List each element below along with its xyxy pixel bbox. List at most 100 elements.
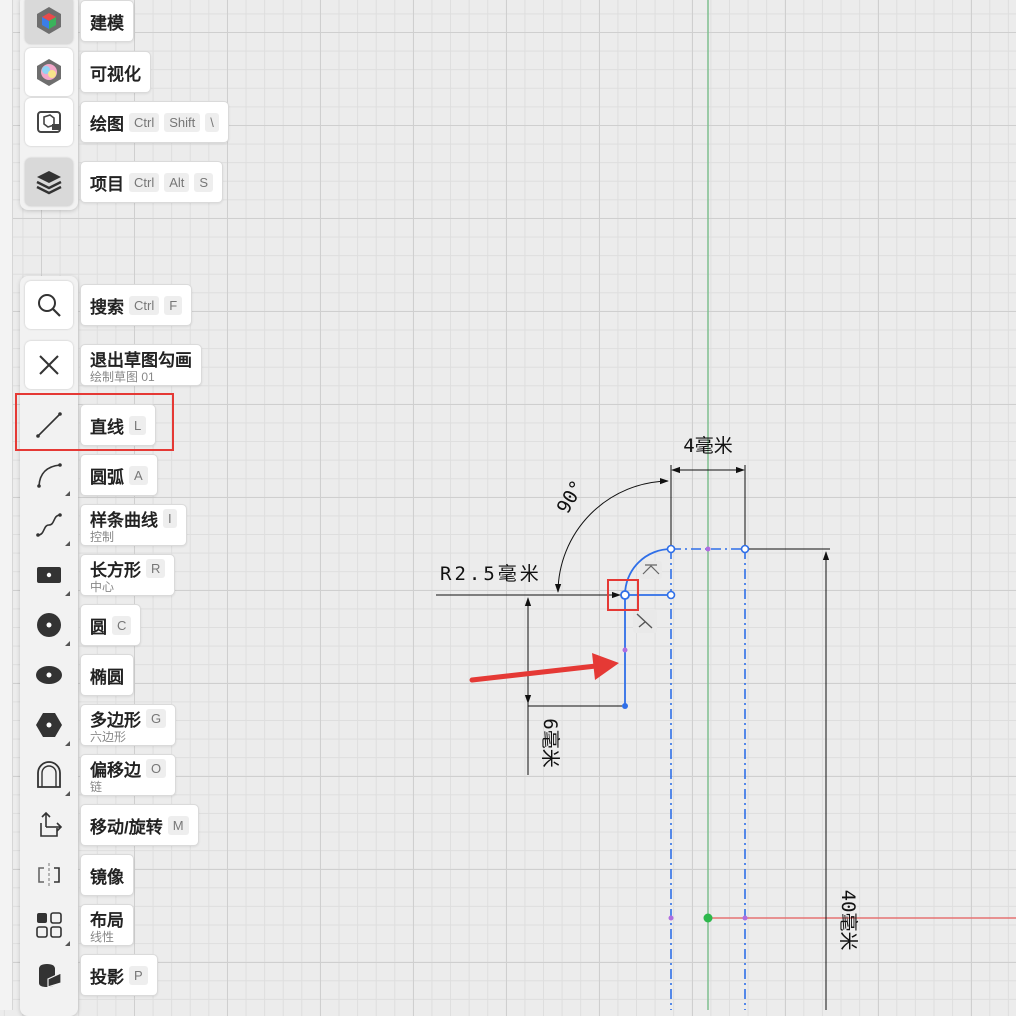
arc-tool-button[interactable]: [25, 451, 73, 499]
drawing-tooltip: 绘图 Ctrl Shift \: [80, 101, 229, 143]
dimension-radius-label[interactable]: R2.5毫米: [440, 563, 542, 585]
model-cube-icon: [37, 7, 61, 34]
dimension-height-total[interactable]: 40毫米: [749, 548, 859, 1010]
more-options-indicator: [65, 641, 70, 646]
shortcut-key: \: [205, 112, 219, 132]
modeling-workspace-button[interactable]: [25, 0, 73, 44]
workspace-label: 建模: [90, 13, 124, 33]
more-options-indicator: [65, 541, 70, 546]
more-options-indicator: [65, 591, 70, 596]
midpoint: [742, 915, 748, 921]
tool-sublabel: 链: [90, 780, 103, 794]
move-rotate-icon: [40, 811, 63, 837]
shortcut-key: O: [146, 759, 167, 778]
offset-edge-icon: [37, 761, 61, 788]
mirror-icon: [38, 863, 60, 887]
shortcut-key: F: [164, 295, 183, 315]
more-options-indicator: [65, 941, 70, 946]
dimension-angle-label[interactable]: 90°: [553, 477, 589, 518]
ellipse-tooltip: 椭圆: [80, 654, 134, 696]
project-workspace-button[interactable]: [25, 158, 73, 206]
exit-sketch-button[interactable]: [25, 341, 73, 389]
mirror-tool-button[interactable]: [25, 851, 73, 899]
workspace-label: 绘图: [90, 114, 124, 134]
tool-label: 圆弧: [90, 467, 124, 487]
more-options-indicator: [65, 741, 70, 746]
dimension-width-label[interactable]: 4毫米: [683, 435, 732, 457]
offset-edge-tool-button[interactable]: [25, 751, 73, 799]
midpoint: [622, 647, 628, 653]
tool-sublabel: 绘制草图 01: [90, 370, 155, 384]
polygon-tool-button[interactable]: [25, 701, 73, 749]
exit-sketch-tooltip: 退出草图勾画 绘制草图 01: [80, 344, 202, 386]
arc-icon: [37, 463, 62, 488]
projection-tool-button[interactable]: [25, 951, 73, 999]
search-button[interactable]: [25, 281, 73, 329]
shortcut-key: S: [194, 172, 214, 192]
layout-tool-button[interactable]: [25, 901, 73, 949]
more-options-indicator: [65, 791, 70, 796]
workspace-label: 项目: [90, 174, 124, 194]
sketch-point[interactable]: [666, 590, 676, 600]
search-tooltip: 搜索 Ctrl F: [80, 284, 193, 326]
tool-label: 搜索: [90, 297, 124, 317]
midpoint: [668, 915, 674, 921]
layers-icon: [36, 171, 62, 195]
spline-tool-button[interactable]: [25, 501, 73, 549]
circle-icon: [37, 613, 61, 637]
move-rotate-tool-button[interactable]: [25, 801, 73, 849]
shortcut-key: G: [146, 709, 167, 728]
polygon-icon: [36, 713, 62, 737]
tool-label: 退出草图勾画: [90, 351, 192, 370]
close-icon: [39, 355, 59, 375]
sketch-endpoint[interactable]: [622, 703, 628, 709]
tool-label: 圆: [90, 617, 107, 637]
shortcut-key: R: [146, 559, 166, 578]
rectangle-icon: [37, 567, 61, 583]
more-options-indicator: [65, 491, 70, 496]
visualize-icon: [37, 59, 61, 86]
tool-sublabel: 控制: [90, 530, 115, 544]
polygon-tooltip: 多边形 G 六边形: [80, 704, 177, 746]
project-tooltip: 项目 Ctrl Alt S: [80, 161, 224, 203]
annotation-arrow: [469, 653, 619, 683]
shortcut-key: C: [112, 615, 132, 635]
shortcut-key: Ctrl: [129, 112, 160, 132]
rectangle-tool-button[interactable]: [25, 551, 73, 599]
origin-point[interactable]: [703, 913, 713, 923]
shortcut-key: Shift: [164, 112, 201, 132]
drawing-workspace-button[interactable]: [25, 98, 73, 146]
shortcut-key: Alt: [164, 172, 190, 192]
shortcut-key: A: [129, 465, 148, 485]
visualize-workspace-button[interactable]: [25, 48, 73, 96]
move-rotate-tooltip: 移动/旋转 M: [80, 804, 199, 846]
tool-label: 多边形: [90, 711, 141, 730]
sketch-point[interactable]: [740, 544, 750, 554]
shortcut-key: Ctrl: [129, 295, 160, 315]
layout-tooltip: 布局 线性: [80, 904, 134, 946]
arc-tooltip: 圆弧 A: [80, 454, 158, 496]
dimension-height-small[interactable]: 6毫米: [524, 597, 622, 775]
search-icon: [38, 294, 61, 317]
tool-label: 投影: [90, 967, 124, 987]
mirror-tooltip: 镜像: [80, 854, 134, 896]
circle-tooltip: 圆 C: [80, 604, 142, 646]
ellipse-tool-button[interactable]: [25, 651, 73, 699]
tool-sublabel: 六边形: [90, 730, 127, 744]
dimension-height-total-label[interactable]: 40毫米: [837, 890, 859, 951]
sketch-point[interactable]: [666, 544, 676, 554]
tool-sublabel: 中心: [90, 580, 115, 594]
rectangle-tooltip: 长方形 R 中心: [80, 554, 176, 596]
tool-label: 椭圆: [90, 667, 124, 687]
sketch-point-active[interactable]: [620, 590, 630, 600]
shortcut-key: M: [167, 815, 189, 835]
shortcut-key: Ctrl: [129, 172, 160, 192]
dimension-radius[interactable]: R2.5毫米: [436, 563, 621, 599]
dimension-height-small-label[interactable]: 6毫米: [539, 718, 561, 767]
spline-tooltip: 样条曲线 I 控制: [80, 504, 187, 546]
circle-tool-button[interactable]: [25, 601, 73, 649]
modeling-tooltip: 建模: [80, 0, 134, 42]
tool-label: 长方形: [90, 561, 141, 580]
tool-sublabel: 线性: [90, 930, 115, 944]
tangent-constraint-icon[interactable]: [640, 561, 662, 579]
